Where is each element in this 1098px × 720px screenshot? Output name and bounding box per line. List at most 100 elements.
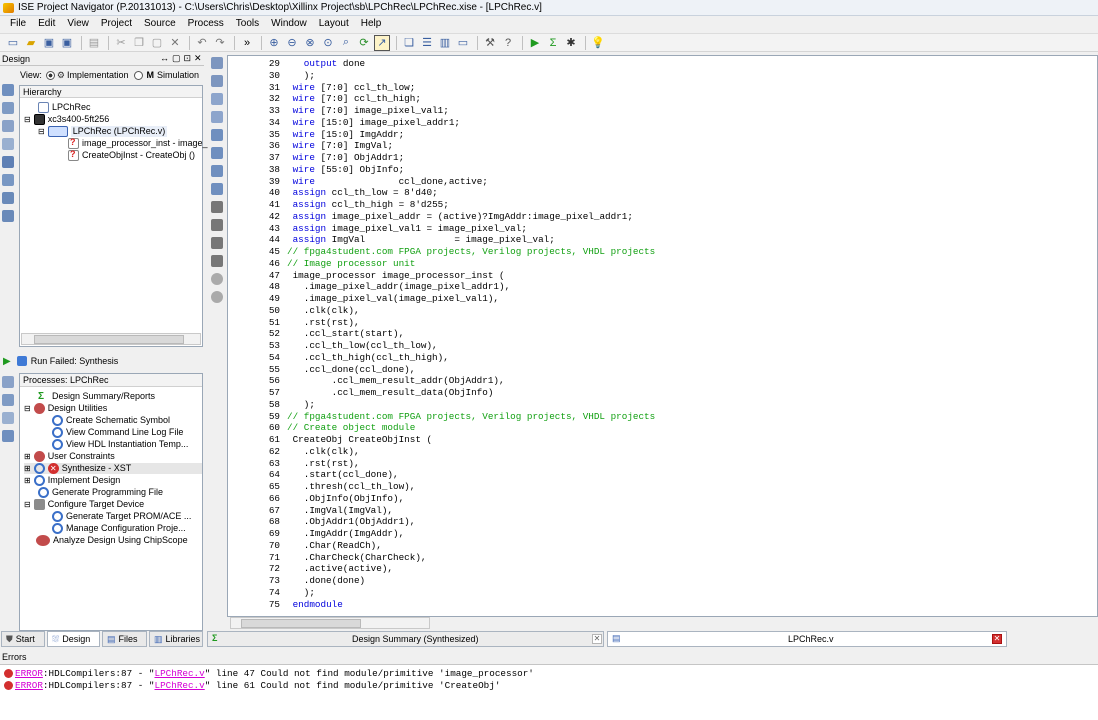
sigma-icon[interactable]: Σ <box>545 35 561 51</box>
menu-window[interactable]: Window <box>265 16 313 32</box>
close-tab-icon[interactable]: ✕ <box>592 634 602 644</box>
hierarchy-item-project[interactable]: LPChRec <box>38 102 91 113</box>
process-item[interactable]: Create Schematic Symbol <box>52 415 170 426</box>
paste-icon[interactable]: ▢ <box>149 35 165 51</box>
error-line[interactable]: ERROR:HDLCompilers:87 - " LPChRec.v " line… <box>4 668 534 679</box>
edit-icon[interactable] <box>211 237 223 249</box>
more-icon[interactable]: » <box>239 35 255 51</box>
process-properties-icon[interactable] <box>2 430 14 442</box>
code-editor[interactable]: 29 output done 30 ); 31 wire [7:0] ccl_th_… <box>227 55 1098 629</box>
rerun-all-icon[interactable] <box>2 394 14 406</box>
refresh-icon[interactable]: ⟳ <box>356 35 372 51</box>
back-icon[interactable] <box>211 273 223 285</box>
tile-horizontal-icon[interactable]: ☰ <box>419 35 435 51</box>
prev-bookmark-icon[interactable] <box>211 165 223 177</box>
comment-icon[interactable] <box>211 93 223 105</box>
menu-layout[interactable]: Layout <box>313 16 355 32</box>
simulation-label[interactable]: Simulation <box>157 70 199 80</box>
process-item[interactable]: Generate Target PROM/ACE ... <box>52 511 191 522</box>
tab-design-summary[interactable]: Σ Design Summary (Synthesized) ✕ <box>207 631 604 647</box>
menu-process[interactable]: Process <box>182 16 230 32</box>
run-icon[interactable]: ▶ <box>3 356 11 367</box>
zoom-select-icon[interactable]: ⊙ <box>320 35 336 51</box>
panel-window-controls[interactable]: ↔▢⊡✕ <box>160 53 205 64</box>
tile-vertical-icon[interactable]: ▥ <box>437 35 453 51</box>
add-copy-icon[interactable] <box>2 102 14 114</box>
hierarchy-item-instance[interactable]: ? CreateObjInst - CreateObj () <box>68 149 195 161</box>
zoom-out-icon[interactable]: ⊖ <box>284 35 300 51</box>
error-word[interactable]: ERROR <box>15 668 43 679</box>
implementation-radio[interactable] <box>45 70 55 80</box>
select-icon[interactable]: ↗ <box>374 34 390 51</box>
collapse-toggle-icon[interactable]: ⊟ <box>38 126 45 137</box>
process-item[interactable]: Σ Design Summary/Reports <box>38 391 155 402</box>
error-file-link[interactable]: LPChRec.v <box>155 680 205 691</box>
properties-icon[interactable] <box>2 138 14 150</box>
editor-hscrollbar[interactable] <box>230 617 430 629</box>
print-icon[interactable]: ▤ <box>86 35 102 51</box>
next-bookmark-icon[interactable] <box>211 147 223 159</box>
process-item[interactable]: Analyze Design Using ChipScope <box>36 535 188 546</box>
redo-icon[interactable]: ↷ <box>212 35 228 51</box>
menu-tools[interactable]: Tools <box>230 16 265 32</box>
edit-icon[interactable] <box>211 201 223 213</box>
menu-view[interactable]: View <box>61 16 95 32</box>
tab-libraries[interactable]: ▥ Libraries <box>149 631 203 647</box>
collapse-icon[interactable] <box>2 210 14 222</box>
expand-toggle-icon[interactable]: ⊞ <box>24 463 31 474</box>
run-icon[interactable]: ▶ <box>527 35 543 51</box>
edit-icon[interactable] <box>211 255 223 267</box>
edit-icon[interactable] <box>211 219 223 231</box>
clear-bookmarks-icon[interactable] <box>211 183 223 195</box>
close-tab-icon[interactable]: ✕ <box>992 634 1002 644</box>
process-item[interactable]: ⊟ Configure Target Device <box>24 499 144 510</box>
save-icon[interactable]: ▣ <box>41 35 57 51</box>
scroll-thumb[interactable] <box>241 619 361 628</box>
menu-source[interactable]: Source <box>138 16 182 32</box>
find-icon[interactable]: ⌕ <box>338 35 354 51</box>
delete-icon[interactable]: ✕ <box>167 35 183 51</box>
rerun-icon[interactable] <box>2 376 14 388</box>
process-item[interactable]: View HDL Instantiation Temp... <box>52 439 188 450</box>
maximize-icon[interactable]: ▭ <box>455 35 471 51</box>
process-item[interactable]: ⊟ Design Utilities <box>24 403 107 414</box>
lightbulb-icon[interactable]: 💡 <box>590 35 606 51</box>
process-item[interactable]: Manage Configuration Proje... <box>52 523 186 534</box>
cut-icon[interactable]: ✂ <box>113 35 129 51</box>
bookmark-icon[interactable] <box>211 129 223 141</box>
hierarchy-item-instance[interactable]: ? image_processor_inst - image_ <box>68 137 208 149</box>
chipscope-icon[interactable]: ✱ <box>563 35 579 51</box>
copy-icon[interactable]: ❐ <box>131 35 147 51</box>
implementation-label[interactable]: Implementation <box>67 70 129 80</box>
collapse-toggle-icon[interactable]: ⊟ <box>24 403 31 414</box>
forward-icon[interactable] <box>211 291 223 303</box>
error-word[interactable]: ERROR <box>15 680 43 691</box>
process-item-synthesize[interactable]: ⊞ ✕ Synthesize - XST <box>24 463 202 474</box>
error-line[interactable]: ERROR:HDLCompilers:87 - " LPChRec.v " line… <box>4 680 500 691</box>
hierarchy-item-top-module[interactable]: ⊟ LPChRec (LPChRec.v) <box>38 126 168 137</box>
menu-help[interactable]: Help <box>355 16 388 32</box>
expand-toggle-icon[interactable]: ⊞ <box>24 451 31 462</box>
add-source-icon[interactable] <box>2 84 14 96</box>
help-pointer-icon[interactable]: ? <box>500 35 516 51</box>
simulation-radio[interactable] <box>134 70 144 80</box>
indent-icon[interactable] <box>211 57 223 69</box>
hierarchy-item-device[interactable]: ⊟ xc3s400-5ft256 <box>24 114 109 125</box>
scroll-thumb[interactable] <box>34 335 184 344</box>
top-module-icon[interactable] <box>2 156 14 168</box>
process-item[interactable]: View Command Line Log File <box>52 427 183 438</box>
tab-design[interactable]: ⛆ Design <box>47 631 100 647</box>
open-folder-icon[interactable]: ▰ <box>23 35 39 51</box>
hierarchy-hscrollbar[interactable] <box>21 333 201 345</box>
menu-project[interactable]: Project <box>95 16 138 32</box>
error-file-link[interactable]: LPChRec.v <box>155 668 205 679</box>
process-item[interactable]: ⊞ User Constraints <box>24 451 115 462</box>
process-item[interactable]: Generate Programming File <box>38 487 163 498</box>
tab-start[interactable]: ⛊ Start <box>1 631 45 647</box>
collapse-toggle-icon[interactable]: ⊟ <box>24 499 31 510</box>
tab-lpchrec-v[interactable]: ▤ LPChRec.v ✕ <box>607 631 1007 647</box>
view-source-icon[interactable] <box>2 174 14 186</box>
cascade-icon[interactable]: ❏ <box>401 35 417 51</box>
code-area[interactable]: 29 output done 30 ); 31 wire [7:0] ccl_th_… <box>228 58 1096 610</box>
remove-source-icon[interactable] <box>2 120 14 132</box>
